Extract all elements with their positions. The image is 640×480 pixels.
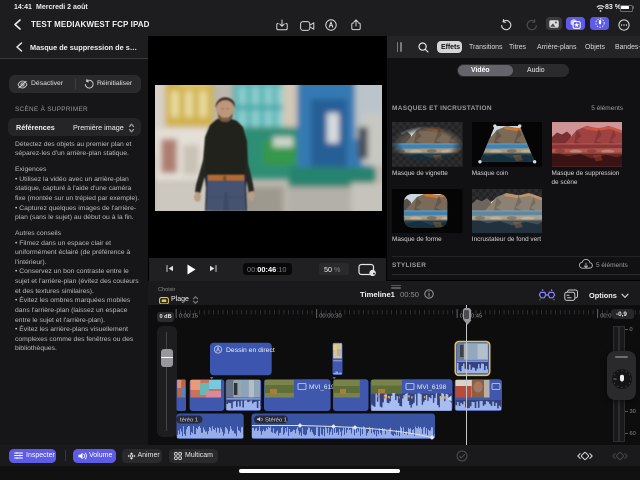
svg-text:Stéréo 1: Stéréo 1	[265, 418, 287, 424]
svg-text:MVI_6198: MVI_6198	[417, 384, 447, 391]
svg-text:00:00:30: 00:00:30	[319, 314, 342, 320]
svg-text:00:0: 00:0	[600, 314, 611, 320]
svg-text:téréo 1: téréo 1	[180, 418, 198, 424]
svg-text:MVI_619: MVI_619	[309, 384, 335, 391]
svg-text:Dessin en direct: Dessin en direct	[226, 347, 275, 354]
svg-text:0:00:15: 0:00:15	[179, 314, 198, 320]
